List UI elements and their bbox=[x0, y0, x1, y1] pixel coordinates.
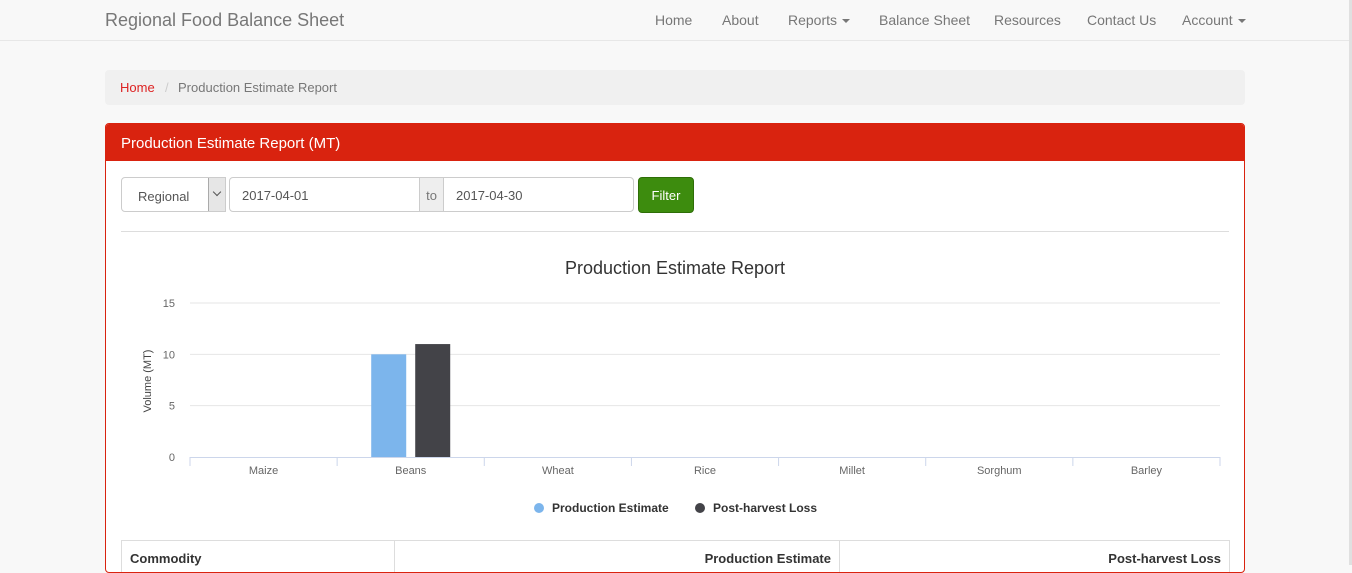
chevron-down-icon bbox=[842, 19, 851, 24]
chevron-down-icon bbox=[208, 178, 225, 211]
column-header-production-estimate[interactable]: Production Estimate bbox=[395, 541, 840, 572]
scope-select-value: Regional bbox=[138, 189, 190, 204]
nav-contact-us[interactable]: Contact Us bbox=[1087, 12, 1156, 28]
nav-reports[interactable]: Reports bbox=[788, 12, 851, 28]
report-table: Commodity Production Estimate Post-harve… bbox=[121, 540, 1230, 572]
nav-resources[interactable]: Resources bbox=[994, 12, 1061, 28]
production-chart: Production Estimate Report Volume (MT) 0… bbox=[142, 258, 1221, 515]
nav-balance-sheet-label: Balance Sheet bbox=[879, 12, 971, 28]
x-tick-label: Maize bbox=[249, 465, 278, 477]
nav-home-label: Home bbox=[655, 12, 693, 28]
nav-about[interactable]: About bbox=[722, 12, 759, 28]
legend-label: Post-harvest Loss bbox=[713, 501, 817, 515]
date-from-input[interactable]: 2017-04-01 bbox=[229, 177, 420, 212]
report-panel: Production Estimate Report (MT) Regional… bbox=[105, 123, 1245, 573]
nav-account[interactable]: Account bbox=[1182, 12, 1246, 28]
bar bbox=[415, 344, 451, 457]
x-tick-label: Wheat bbox=[542, 465, 574, 477]
legend-marker bbox=[534, 503, 544, 513]
panel-heading: Production Estimate Report (MT) bbox=[106, 124, 1244, 161]
top-navbar: Regional Food Balance Sheet Home About R… bbox=[0, 0, 1352, 41]
breadcrumb: Home / Production Estimate Report bbox=[105, 70, 1245, 105]
column-header-post-harvest-loss[interactable]: Post-harvest Loss bbox=[840, 541, 1229, 572]
panel-title: Production Estimate Report (MT) bbox=[121, 135, 341, 152]
breadcrumb-current: Production Estimate Report bbox=[178, 80, 337, 95]
x-tick-label: Millet bbox=[839, 465, 865, 477]
x-tick-label: Beans bbox=[395, 465, 427, 477]
divider bbox=[121, 231, 1229, 232]
x-tick-label: Rice bbox=[694, 465, 716, 477]
x-tick-label: Barley bbox=[1131, 465, 1163, 477]
chevron-down-icon bbox=[1237, 19, 1246, 24]
y-tick-label: 0 bbox=[169, 452, 175, 464]
nav-home[interactable]: Home bbox=[655, 12, 692, 28]
column-header-commodity[interactable]: Commodity bbox=[122, 541, 395, 572]
y-tick-label: 5 bbox=[169, 401, 175, 413]
bar bbox=[371, 354, 407, 457]
nav-balance-sheet[interactable]: Balance Sheet bbox=[879, 12, 970, 28]
x-tick-label: Sorghum bbox=[977, 465, 1022, 477]
y-tick-label: 15 bbox=[163, 298, 175, 310]
date-to-input[interactable]: 2017-04-30 bbox=[443, 177, 634, 212]
nav-about-label: About bbox=[722, 12, 759, 28]
nav-contact-us-label: Contact Us bbox=[1087, 12, 1157, 28]
y-axis-title: Volume (MT) bbox=[142, 350, 154, 413]
legend-label: Production Estimate bbox=[552, 501, 669, 515]
scope-select[interactable]: Regional bbox=[121, 177, 226, 212]
date-range-to-label: to bbox=[419, 177, 444, 212]
nav-account-label: Account bbox=[1182, 12, 1233, 28]
chart-title: Production Estimate Report bbox=[565, 258, 785, 278]
breadcrumb-separator: / bbox=[165, 80, 169, 95]
y-tick-label: 10 bbox=[163, 349, 175, 361]
filter-button[interactable]: Filter bbox=[638, 177, 694, 213]
nav-resources-label: Resources bbox=[994, 12, 1061, 28]
breadcrumb-home-link[interactable]: Home bbox=[120, 80, 155, 95]
legend-marker bbox=[695, 503, 705, 513]
nav-reports-label: Reports bbox=[788, 12, 838, 28]
brand-title[interactable]: Regional Food Balance Sheet bbox=[105, 10, 344, 31]
